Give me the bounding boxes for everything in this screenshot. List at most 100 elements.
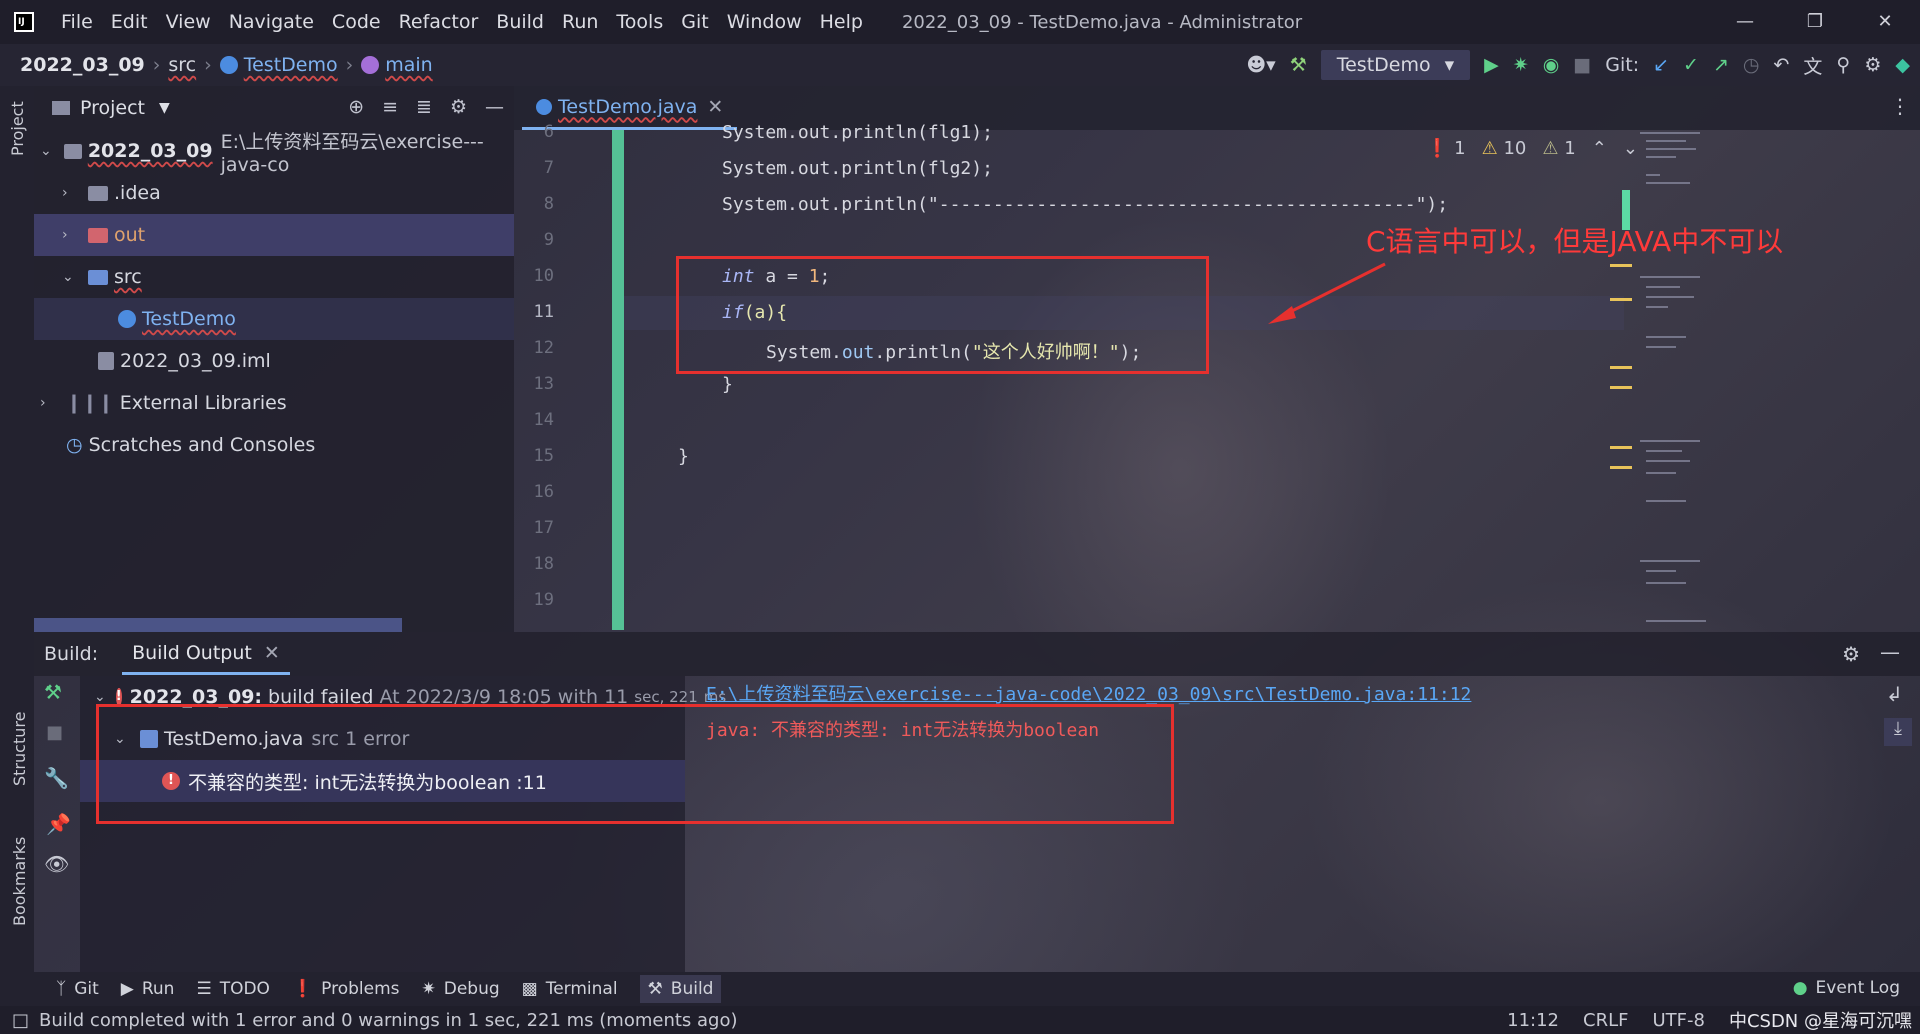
error-stripe-mark[interactable] xyxy=(1610,446,1632,449)
tool-debug[interactable]: ✷ Debug xyxy=(421,979,499,999)
search-icon[interactable]: ⚲ xyxy=(1836,54,1850,76)
menu-window[interactable]: Window xyxy=(718,11,811,33)
gear-icon[interactable]: ⚙ xyxy=(1842,642,1860,666)
tree-item-idea[interactable]: › .idea xyxy=(34,172,514,214)
breadcrumb-method[interactable]: main xyxy=(385,54,432,76)
git-update-icon[interactable]: ↙ xyxy=(1653,54,1669,76)
chevron-right-icon[interactable]: › xyxy=(40,395,56,411)
build-output-tab[interactable]: Build Output ✕ xyxy=(122,634,290,675)
tool-build[interactable]: ⚒ Build xyxy=(639,975,722,1003)
tool-todo[interactable]: ☰ TODO xyxy=(196,979,270,999)
menu-tools[interactable]: Tools xyxy=(607,11,672,33)
code-line-8[interactable]: System.out.println("--------------------… xyxy=(722,194,1448,215)
more-options-icon[interactable]: ⋮ xyxy=(1890,94,1910,118)
scroll-to-end-icon[interactable]: ⤓ xyxy=(1884,718,1912,746)
hide-icon[interactable]: — xyxy=(485,96,504,118)
code-minimap[interactable] xyxy=(1640,130,1730,630)
user-icon[interactable]: ☻▾ xyxy=(1246,54,1275,76)
menu-file[interactable]: File xyxy=(52,11,102,33)
status-toggle-icon[interactable]: □ xyxy=(12,1010,29,1031)
menu-navigate[interactable]: Navigate xyxy=(220,11,323,33)
chevron-down-icon[interactable]: ⌄ xyxy=(94,689,106,705)
chevron-down-icon[interactable]: ⌄ xyxy=(62,269,78,285)
plugin-logo-icon[interactable]: ◆ xyxy=(1895,54,1910,76)
tree-item-src[interactable]: ⌄ src xyxy=(34,256,514,298)
breadcrumb-class[interactable]: TestDemo xyxy=(244,54,338,76)
line-separator[interactable]: CRLF xyxy=(1583,1010,1628,1031)
build-hammer-icon[interactable]: ⚒ xyxy=(44,680,62,704)
menu-edit[interactable]: Edit xyxy=(102,11,157,33)
debug-icon[interactable]: ✷ xyxy=(1513,54,1529,76)
rollback-icon[interactable]: ↶ xyxy=(1773,54,1789,76)
chevron-down-icon[interactable]: ⌄ xyxy=(40,143,54,159)
code-line-6[interactable]: System.out.println(flg1); xyxy=(722,122,993,143)
run-icon[interactable]: ▶ xyxy=(1484,54,1499,76)
caret-position[interactable]: 11:12 xyxy=(1507,1010,1559,1031)
menu-refactor[interactable]: Refactor xyxy=(390,11,488,33)
history-icon[interactable]: ◷ xyxy=(1743,54,1760,76)
pin-icon[interactable]: 📌 xyxy=(46,812,71,836)
project-tool-tab[interactable]: Project xyxy=(8,101,27,156)
code-line-13[interactable]: } xyxy=(722,374,733,395)
error-stripe-mark[interactable] xyxy=(1610,298,1632,301)
run-configuration-select[interactable]: TestDemo ▾ xyxy=(1320,50,1471,80)
error-count[interactable]: ❗ 1 xyxy=(1426,138,1466,159)
tool-terminal[interactable]: ▩ Terminal xyxy=(522,979,618,999)
restore-icon[interactable]: ❐ xyxy=(1780,0,1850,44)
inspection-widget[interactable]: ❗ 1 ⚠ 10 ⚠ 1 ⌃ ⌄ xyxy=(1426,138,1638,159)
chevron-right-icon[interactable]: › xyxy=(62,227,78,243)
code-line-7[interactable]: System.out.println(flg2); xyxy=(722,158,993,179)
error-stripe-mark[interactable] xyxy=(1610,264,1632,267)
tool-event-log[interactable]: ● Event Log xyxy=(1793,978,1900,998)
stop-icon[interactable]: ■ xyxy=(46,722,63,743)
file-encoding[interactable]: UTF-8 xyxy=(1652,1010,1704,1031)
close-icon[interactable]: ✕ xyxy=(1850,0,1920,44)
tree-item-scratches[interactable]: ◷ Scratches and Consoles xyxy=(34,424,514,466)
eye-icon[interactable]: 👁 xyxy=(44,852,69,876)
weak-warning-count[interactable]: ⚠ 1 xyxy=(1542,138,1575,159)
bookmarks-tool-tab[interactable]: Bookmarks xyxy=(10,837,29,926)
error-location-link[interactable]: E:\上传资料至码云\exercise---java-code\2022_03_… xyxy=(706,680,1471,706)
locate-icon[interactable]: ⊕ xyxy=(348,96,364,118)
gear-icon[interactable]: ⚙ xyxy=(450,96,467,118)
code-line-15[interactable]: } xyxy=(678,446,689,467)
close-tab-icon[interactable]: ✕ xyxy=(264,642,280,664)
chevron-right-icon[interactable]: › xyxy=(62,185,78,201)
error-stripe-mark[interactable] xyxy=(1610,466,1632,469)
close-tab-icon[interactable]: ✕ xyxy=(707,96,723,118)
tree-item-out[interactable]: › out xyxy=(34,214,514,256)
git-push-icon[interactable]: ↗ xyxy=(1713,54,1729,76)
structure-tool-tab[interactable]: Structure xyxy=(10,712,29,786)
chevron-down-icon[interactable]: ⌄ xyxy=(1623,138,1638,159)
git-commit-icon[interactable]: ✓ xyxy=(1683,54,1699,76)
stop-icon[interactable]: ■ xyxy=(1573,54,1591,76)
menu-code[interactable]: Code xyxy=(323,11,390,33)
tab-testdemo-java[interactable]: TestDemo.java ✕ xyxy=(522,86,738,130)
translate-icon[interactable]: 文 xyxy=(1803,52,1822,79)
project-view-select[interactable]: Project xyxy=(80,97,145,119)
wrench-icon[interactable]: 🔧 xyxy=(44,766,69,790)
tree-item-iml[interactable]: 2022_03_09.iml xyxy=(34,340,514,382)
expand-all-icon[interactable]: ≡ xyxy=(382,96,398,118)
menu-run[interactable]: Run xyxy=(553,11,607,33)
error-stripe-mark[interactable] xyxy=(1610,386,1632,389)
chevron-down-icon[interactable]: ▼ xyxy=(159,100,170,116)
menu-git[interactable]: Git xyxy=(672,11,717,33)
build-hammer-icon[interactable]: ⚒ xyxy=(1290,54,1307,76)
tree-item-external-libraries[interactable]: › ❙❙❙ External Libraries xyxy=(34,382,514,424)
tool-git[interactable]: ᛉ Git xyxy=(56,979,99,999)
menu-view[interactable]: View xyxy=(157,11,220,33)
tool-run[interactable]: ▶ Run xyxy=(121,979,175,999)
tree-item-testdemo[interactable]: TestDemo xyxy=(34,298,514,340)
breadcrumb-project[interactable]: 2022_03_09 xyxy=(20,54,145,76)
menu-help[interactable]: Help xyxy=(811,11,872,33)
menu-build[interactable]: Build xyxy=(487,11,553,33)
breadcrumb-src[interactable]: src xyxy=(168,54,196,76)
tool-problems[interactable]: ❗ Problems xyxy=(292,979,400,999)
tree-item-root[interactable]: ⌄ 2022_03_09 E:\上传资料至码云\exercise---java-… xyxy=(34,130,514,176)
chevron-up-icon[interactable]: ⌃ xyxy=(1592,138,1607,159)
warning-count[interactable]: ⚠ 10 xyxy=(1482,138,1527,159)
minimize-icon[interactable]: — xyxy=(1710,0,1780,44)
soft-wrap-icon[interactable]: ↲ xyxy=(1886,682,1903,706)
settings-gear-icon[interactable]: ⚙ xyxy=(1864,54,1881,76)
